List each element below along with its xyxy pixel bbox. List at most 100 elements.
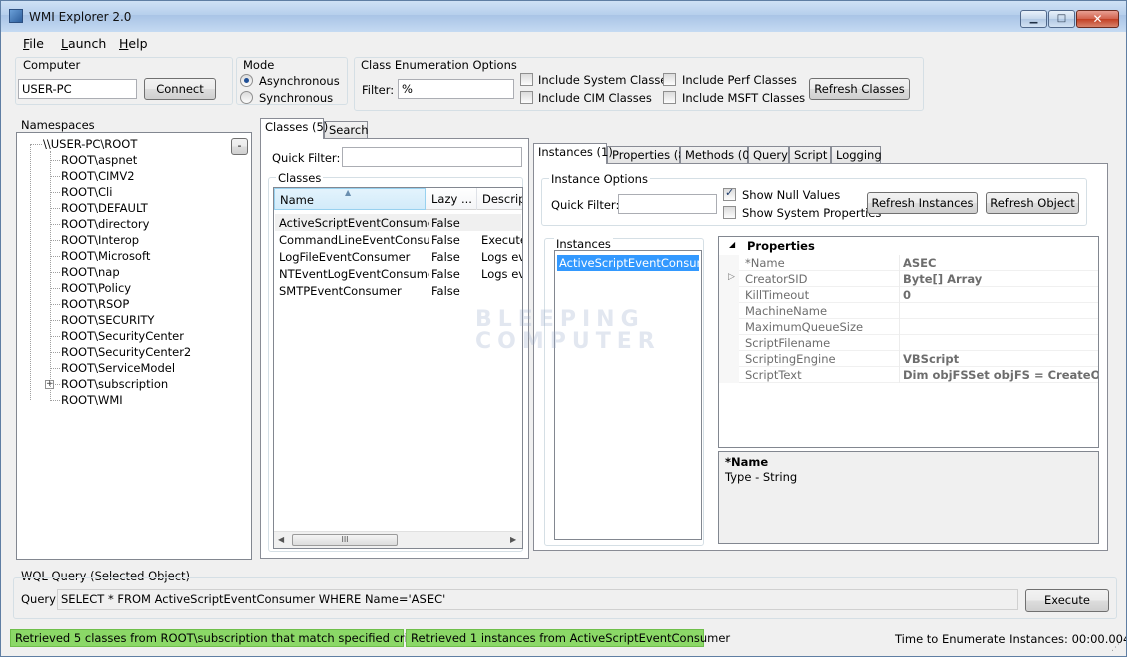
table-cell: LogFileEventConsumer <box>279 250 411 264</box>
property-grid-header: ◢ Properties <box>719 237 1098 255</box>
instances-list[interactable]: ActiveScriptEventConsumer.N <box>554 250 702 540</box>
tab-classes[interactable]: Classes (5) <box>260 118 328 139</box>
classes-list[interactable]: Name▲ Lazy ... Descripti ActiveScriptEve… <box>273 187 523 549</box>
table-cell: Logs eve <box>481 250 522 264</box>
property-row[interactable]: MachineName <box>719 303 1098 319</box>
table-row[interactable]: LogFileEventConsumer False Logs eve <box>275 248 522 265</box>
classes-quick-filter-label: Quick Filter: <box>272 151 341 165</box>
property-gutter <box>719 255 739 271</box>
include-cim-classes-checkbox[interactable] <box>520 91 533 104</box>
include-msft-classes-checkbox[interactable] <box>663 91 676 104</box>
table-row[interactable]: CommandLineEventConsumerFalse Execute <box>275 231 522 248</box>
selected-instance[interactable]: ActiveScriptEventConsumer.N <box>557 255 699 271</box>
expand-property-icon[interactable]: ▷ <box>728 272 735 282</box>
instances-quick-filter-input[interactable] <box>618 194 717 214</box>
property-row[interactable]: *Name ASEC <box>719 255 1098 271</box>
namespace-item[interactable]: ROOT\aspnet <box>61 153 137 167</box>
include-system-classes-label: Include System Classes <box>538 73 674 87</box>
tab-logging[interactable]: Logging <box>831 146 882 164</box>
property-row[interactable]: ▷ CreatorSID Byte[] Array <box>719 271 1098 287</box>
close-button[interactable]: ✕ <box>1076 10 1119 28</box>
namespace-item[interactable]: ROOT\subscription <box>61 377 168 391</box>
refresh-object-button[interactable]: Refresh Object <box>986 192 1079 214</box>
property-row[interactable]: KillTimeout 0 <box>719 287 1098 303</box>
execute-button[interactable]: Execute <box>1025 589 1109 612</box>
property-gutter <box>719 287 739 303</box>
table-row[interactable]: NTEventLogEventConsumerFalse Logs eve <box>275 265 522 282</box>
show-system-properties-checkbox[interactable] <box>723 206 736 219</box>
property-grid[interactable]: ◢ Properties *Name ASEC ▷ CreatorSID Byte[] … <box>718 236 1099 448</box>
namespace-item[interactable]: ROOT\SecurityCenter2 <box>61 345 191 359</box>
scroll-left-icon[interactable]: ◀ <box>278 535 284 544</box>
title-bar[interactable]: WMI Explorer 2.0 ▁ □ ✕ <box>1 1 1126 32</box>
property-value[interactable]: Dim objFSSet objFS = CreateObject <box>903 368 1098 382</box>
namespace-item[interactable]: ROOT\CIMV2 <box>61 169 135 183</box>
computer-input[interactable]: USER-PC <box>18 79 137 99</box>
namespace-item[interactable]: ROOT\RSOP <box>61 297 129 311</box>
tab-instances[interactable]: Instances (1) <box>533 143 613 164</box>
namespace-item[interactable]: ROOT\SecurityCenter <box>61 329 184 343</box>
classes-horizontal-scrollbar[interactable]: ◀ III ▶ <box>274 531 522 548</box>
include-system-classes-checkbox[interactable] <box>520 73 533 86</box>
namespace-item[interactable]: ROOT\directory <box>61 217 149 231</box>
collapse-category-icon[interactable]: ◢ <box>729 240 735 249</box>
tree-branch <box>50 400 60 401</box>
refresh-instances-button[interactable]: Refresh Instances <box>867 192 978 214</box>
scroll-thumb[interactable]: III <box>292 534 398 546</box>
classes-group-label: Classes <box>276 171 324 185</box>
table-cell: Logs eve <box>481 267 522 281</box>
refresh-classes-button[interactable]: Refresh Classes <box>809 78 910 100</box>
wql-query-input[interactable]: SELECT * FROM ActiveScriptEventConsumer … <box>57 589 1018 610</box>
tab-methods[interactable]: Methods (0) <box>680 146 754 164</box>
property-description-panel: *Name Type - String <box>718 451 1099 544</box>
menu-help[interactable]: Help <box>119 36 148 51</box>
status-time: Time to Enumerate Instances: 00:00.004 <box>895 632 1127 646</box>
asynchronous-radio[interactable] <box>240 74 253 87</box>
property-value[interactable]: VBScript <box>903 352 1098 366</box>
property-row[interactable]: ScriptFilename <box>719 335 1098 351</box>
tab-query[interactable]: Query <box>748 146 789 164</box>
classes-quick-filter-input[interactable] <box>342 147 522 167</box>
namespaces-tree[interactable]: \\USER-PC\ROOT - ROOT\aspnet ROOT\CIMV2 RO… <box>16 132 252 560</box>
connect-button[interactable]: Connect <box>144 78 216 100</box>
property-row[interactable]: MaximumQueueSize <box>719 319 1098 335</box>
tree-branch <box>50 368 60 369</box>
class-filter-input[interactable]: % <box>398 79 514 99</box>
namespace-item[interactable]: ROOT\DEFAULT <box>61 201 148 215</box>
property-row[interactable]: ScriptingEngine VBScript <box>719 351 1098 367</box>
menu-file[interactable]: File <box>23 36 44 51</box>
tab-properties[interactable]: Properties (8) <box>607 146 690 164</box>
collapse-button[interactable]: - <box>231 138 248 155</box>
tab-script[interactable]: Script <box>789 146 831 164</box>
namespace-item[interactable]: ROOT\ServiceModel <box>61 361 175 375</box>
namespace-item[interactable]: ROOT\Policy <box>61 281 131 295</box>
menu-launch[interactable]: Launch <box>61 36 106 51</box>
scroll-right-icon[interactable]: ▶ <box>510 535 516 544</box>
namespace-item[interactable]: ROOT\SECURITY <box>61 313 154 327</box>
property-gutter <box>719 351 739 367</box>
property-value[interactable]: 0 <box>903 288 1098 302</box>
table-row[interactable]: ActiveScriptEventConsumer False <box>275 214 521 231</box>
tab-search[interactable]: Search <box>324 121 369 139</box>
column-name[interactable]: Name ▲ <box>274 188 426 210</box>
synchronous-radio[interactable] <box>240 91 253 104</box>
column-lazy[interactable]: Lazy ... <box>426 188 477 210</box>
property-value[interactable]: Byte[] Array <box>903 272 1098 286</box>
tree-branch <box>50 288 60 289</box>
maximize-button[interactable]: □ <box>1048 10 1075 28</box>
property-row[interactable]: ScriptText Dim objFSSet objFS = CreateObj… <box>719 367 1098 383</box>
include-perf-classes-checkbox[interactable] <box>663 73 676 86</box>
namespace-item[interactable]: ROOT\Cli <box>61 185 112 199</box>
minimize-button[interactable]: ▁ <box>1020 10 1047 28</box>
property-name: ScriptText <box>745 368 802 382</box>
column-description[interactable]: Descripti <box>477 188 522 210</box>
property-value[interactable]: ASEC <box>903 256 1098 270</box>
table-row[interactable]: SMTPEventConsumer False <box>275 282 521 299</box>
namespace-item[interactable]: ROOT\nap <box>61 265 120 279</box>
show-null-values-checkbox[interactable] <box>723 186 736 201</box>
namespace-item[interactable]: ROOT\Interop <box>61 233 139 247</box>
tree-root[interactable]: \\USER-PC\ROOT <box>43 137 137 151</box>
namespace-item[interactable]: ROOT\Microsoft <box>61 249 150 263</box>
namespace-item[interactable]: ROOT\WMI <box>61 393 123 407</box>
resize-grip-icon[interactable]: ⋰ <box>1111 643 1120 653</box>
